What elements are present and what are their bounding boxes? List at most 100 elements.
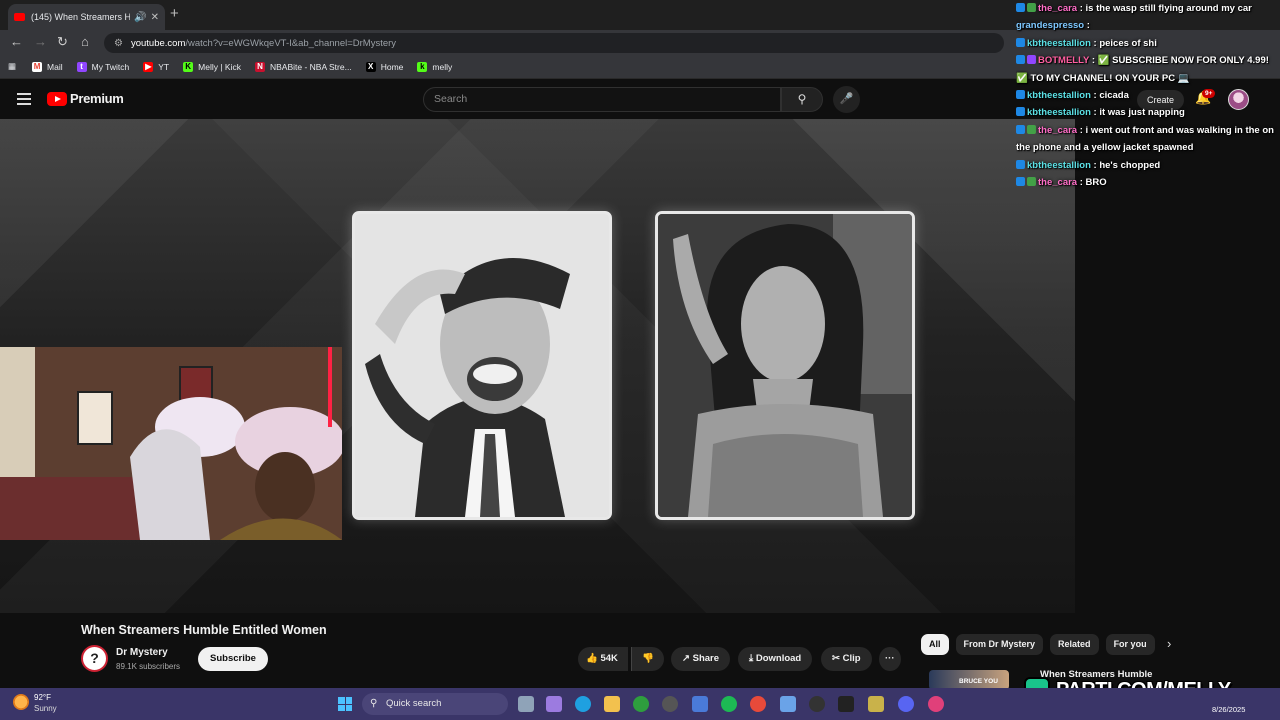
weather-description: Sunny [34, 704, 57, 713]
file-explorer-icon[interactable] [604, 696, 620, 712]
search-button[interactable]: ⚲ [781, 87, 823, 112]
edge-browser-icon[interactable] [575, 696, 591, 712]
url-bar[interactable]: ⚙ youtube.com/watch?v=eWGWkqeVT-I&ab_cha… [104, 33, 1004, 53]
chat-badge-icon [1027, 3, 1036, 12]
close-tab-icon[interactable]: ✕ [151, 12, 159, 23]
chat-text: : he's chopped [1093, 159, 1161, 171]
channel-avatar[interactable]: ? [81, 645, 108, 672]
related-video-thumbnail[interactable]: BRUCE YOU [929, 670, 1009, 690]
share-button[interactable]: ↗ Share [671, 647, 731, 671]
bookmark-yt[interactable]: ▶ YT [143, 61, 169, 72]
related-filter-chips: All From Dr Mystery Related For you [921, 634, 1162, 655]
chat-badge-icon [1027, 124, 1036, 134]
chat-badge-icon [1027, 55, 1036, 65]
chip-all[interactable]: All [921, 634, 949, 655]
chat-message: kbtheestallion : it was just napping [1016, 104, 1280, 121]
chat-badge-icon [1016, 107, 1025, 117]
media-player-icon[interactable] [809, 696, 825, 712]
chat-username: the_cara [1038, 3, 1078, 14]
photos-icon[interactable] [780, 696, 796, 712]
app-icon[interactable] [838, 696, 854, 712]
chat-message: kbtheestallion : cicada [1016, 87, 1280, 104]
task-view-icon[interactable] [518, 696, 534, 712]
youtube-premium-logo[interactable]: Premium [47, 91, 124, 106]
bookmark-nbabite[interactable]: N NBABite - NBA Stre... [254, 61, 352, 72]
chip-from-dr-mystery[interactable]: From Dr Mystery [955, 634, 1044, 655]
chat-message: ✅ TO MY CHANNEL! ON YOUR PC 💻 [1016, 70, 1280, 87]
channel-name[interactable]: Dr Mystery [116, 647, 168, 658]
stream-chat-overlay: the_cara : is the wasp still flying arou… [1016, 0, 1280, 200]
subscribe-button[interactable]: Subscribe [198, 647, 268, 671]
chat-text: : [1086, 20, 1090, 32]
more-actions-button[interactable]: ··· [879, 647, 901, 671]
obs-icon[interactable] [662, 696, 678, 712]
bookmark-melly-kick[interactable]: K Melly | Kick [183, 61, 241, 72]
bookmark-my-twitch[interactable]: t My Twitch [76, 61, 130, 72]
video-player[interactable] [0, 119, 1075, 613]
taskbar-search[interactable]: ⚲ Quick search [362, 693, 508, 715]
search-icon: ⚲ [370, 698, 378, 709]
chip-for-you[interactable]: For you [1105, 634, 1155, 655]
chat-username: kbtheestallion [1027, 107, 1091, 119]
chat-username: kbtheestallion [1027, 159, 1091, 171]
search-input[interactable]: Search [423, 87, 781, 112]
forward-arrow-icon[interactable]: → [34, 34, 47, 49]
speaker-icon[interactable]: 🔊 [134, 12, 146, 23]
new-tab-button[interactable]: + [170, 5, 179, 22]
bookmark-home[interactable]: X Home [365, 61, 404, 72]
like-count: 54K [600, 653, 618, 664]
chat-text: : cicada [1093, 90, 1129, 102]
chevron-right-icon[interactable]: › [1167, 636, 1171, 651]
share-label: Share [692, 653, 720, 664]
reload-icon[interactable]: ↻ [57, 34, 68, 50]
bookmark-melly[interactable]: k melly [417, 61, 452, 72]
youtube-play-icon [47, 91, 67, 106]
dislike-button[interactable]: 👎 [631, 647, 664, 671]
chat-badge-icon [1027, 177, 1036, 187]
chip-related[interactable]: Related [1050, 634, 1099, 655]
site-info-icon[interactable]: ⚙ [114, 38, 123, 49]
thumbnail-frame-man-saluting [352, 211, 612, 520]
chrome-icon[interactable] [750, 696, 766, 712]
apps-grid-icon[interactable]: ▦ [8, 61, 16, 72]
chat-text: : it was just napping [1093, 107, 1185, 119]
download-button[interactable]: ⤓ Download [738, 647, 813, 671]
app-icon[interactable] [928, 696, 944, 712]
chat-text: : BRO [1079, 177, 1107, 189]
chat-message: the_cara : i went out front and was walk… [1016, 122, 1280, 157]
url-host: youtube.com [130, 37, 186, 49]
url-path: /watch?v=eWGWkqeVT-I&ab_channel=DrMyster… [185, 37, 397, 49]
thumbs-down-icon: 👎 [642, 653, 654, 664]
microphone-icon: 🎤 [839, 93, 854, 105]
chat-text: : peices of shi [1093, 37, 1157, 49]
sun-weather-icon[interactable] [13, 694, 29, 710]
copilot-icon[interactable] [546, 696, 562, 712]
chat-message: grandespresso : [1016, 17, 1280, 34]
back-arrow-icon[interactable]: ← [10, 34, 23, 49]
bookmark-mail[interactable]: M Mail [32, 61, 63, 72]
chat-username: the_cara [1038, 124, 1078, 136]
bookmark-label: Home [380, 61, 404, 72]
clip-button[interactable]: ✂ Clip [821, 647, 872, 671]
xbox-icon[interactable] [633, 696, 649, 712]
chat-message: the_cara : is the wasp still flying arou… [1016, 0, 1280, 17]
chat-username: BOTMELLY [1038, 55, 1090, 67]
discord-icon[interactable] [898, 696, 914, 712]
browser-tab-active[interactable]: (145) When Streamers Hum 🔊 ✕ [8, 4, 165, 30]
spotify-icon[interactable] [721, 696, 737, 712]
home-icon[interactable]: ⌂ [81, 34, 89, 49]
voice-search-button[interactable]: 🎤 [833, 86, 860, 113]
temperature: 92°F [34, 693, 51, 702]
chat-message: the_cara : BRO [1016, 174, 1280, 191]
bookmark-label: My Twitch [91, 61, 130, 72]
menu-icon[interactable] [17, 93, 31, 105]
clip-label: Clip [842, 653, 861, 664]
like-button[interactable]: 👍 54K [578, 647, 628, 671]
chat-badge-icon [1016, 37, 1025, 47]
chat-badge-icon [1016, 90, 1025, 100]
store-icon[interactable] [692, 696, 708, 712]
windows-start-icon[interactable] [338, 697, 352, 711]
chat-badge-icon [1016, 177, 1025, 187]
kick-icon: k [417, 61, 428, 72]
app-icon[interactable] [868, 696, 884, 712]
